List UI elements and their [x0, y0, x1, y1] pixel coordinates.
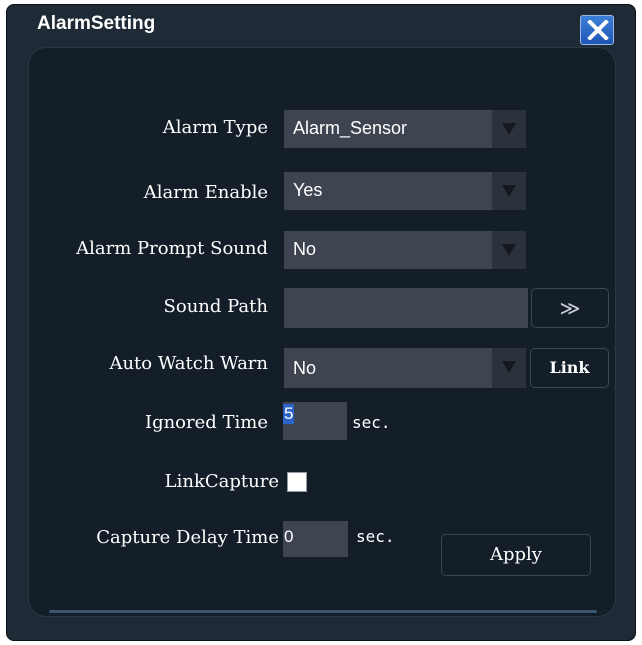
capture-delay-time-input[interactable]: 0	[283, 521, 348, 557]
alarm-enable-label: Alarm Enable	[143, 182, 268, 203]
chevron-down-icon	[502, 123, 516, 135]
alarm-prompt-sound-dropdown-button[interactable]	[492, 231, 526, 269]
alarm-prompt-sound-select[interactable]: No	[284, 231, 526, 269]
alarm-enable-value: Yes	[293, 180, 323, 200]
alarm-enable-dropdown-button[interactable]	[492, 172, 526, 210]
auto-watch-warn-value: No	[293, 358, 317, 378]
chevron-down-icon	[502, 244, 516, 256]
auto-watch-warn-select[interactable]: No	[284, 348, 526, 388]
link-capture-checkbox[interactable]	[287, 472, 307, 492]
alarm-type-label: Alarm Type	[162, 117, 268, 138]
title-bar[interactable]: AlarmSetting	[7, 5, 635, 45]
alarm-type-value: Alarm_Sensor	[293, 118, 408, 138]
ignored-time-value: 5	[283, 404, 295, 424]
apply-button[interactable]: Apply	[441, 534, 591, 576]
chevron-down-icon	[502, 185, 516, 197]
sound-path-input[interactable]	[284, 288, 528, 328]
ignored-time-input[interactable]: 5	[283, 402, 347, 440]
link-capture-label: LinkCapture	[164, 471, 279, 492]
chevron-down-icon	[502, 361, 516, 373]
alarm-enable-select[interactable]: Yes	[284, 172, 526, 210]
panel-divider	[49, 610, 597, 613]
capture-delay-time-value: 0	[284, 527, 294, 546]
alarm-type-select[interactable]: Alarm_Sensor	[284, 110, 526, 148]
capture-delay-time-unit: sec.	[356, 527, 395, 546]
capture-delay-time-label: Capture Delay Time	[96, 527, 279, 548]
alarm-prompt-sound-value: No	[293, 239, 317, 259]
ignored-time-label: Ignored Time	[144, 412, 268, 433]
auto-watch-warn-dropdown-button[interactable]	[492, 348, 526, 388]
link-button[interactable]: Link	[530, 348, 609, 388]
close-button[interactable]	[580, 15, 614, 45]
browse-button[interactable]: ≫	[531, 288, 609, 328]
sound-path-label: Sound Path	[163, 296, 268, 317]
alarm-type-dropdown-button[interactable]	[492, 110, 526, 148]
close-icon	[587, 20, 609, 40]
alarm-prompt-sound-label: Alarm Prompt Sound	[76, 238, 268, 259]
auto-watch-warn-label: Auto Watch Warn	[109, 353, 268, 374]
dialog-title: AlarmSetting	[37, 13, 156, 34]
ignored-time-unit: sec.	[352, 413, 391, 432]
